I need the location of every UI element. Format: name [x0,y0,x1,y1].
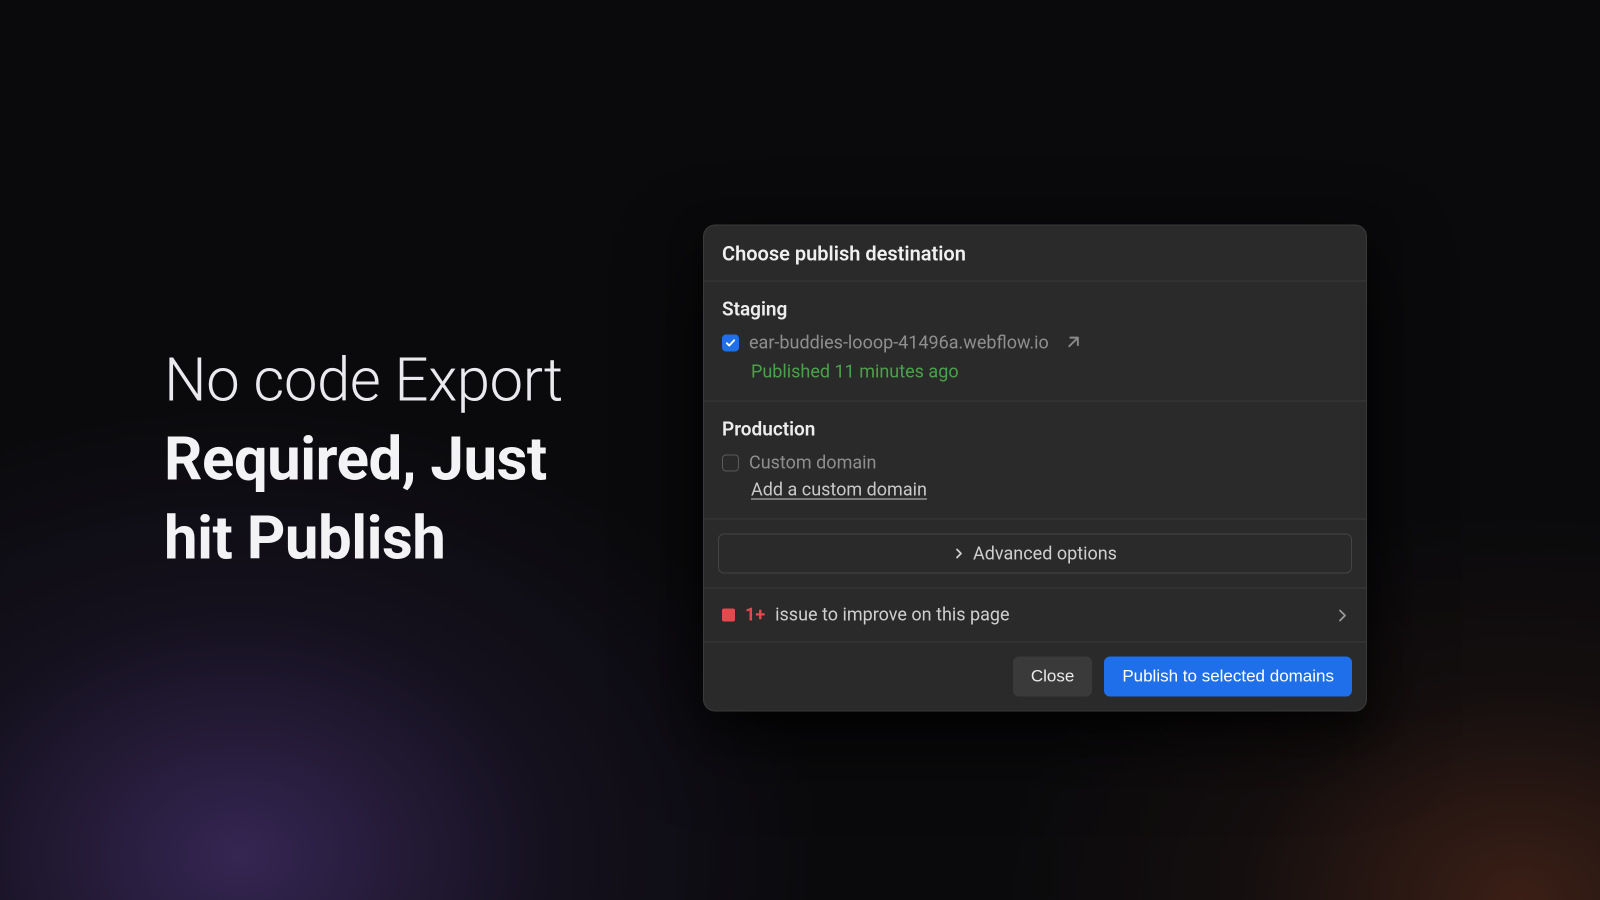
production-domain-row: Custom domain [722,453,1348,474]
dialog-title: Choose publish destination [722,242,1348,266]
advanced-options-button[interactable]: Advanced options [718,534,1352,574]
chevron-right-icon [953,548,965,560]
staging-section: Staging ear-buddies-looop-41496a.webflow… [704,282,1366,402]
staging-domain-text[interactable]: ear-buddies-looop-41496a.webflow.io [749,333,1049,354]
issues-left: 1+ issue to improve on this page [722,605,1010,626]
staging-checkbox[interactable] [722,335,739,352]
staging-domain-row: ear-buddies-looop-41496a.webflow.io [722,333,1348,354]
issues-text: issue to improve on this page [775,605,1009,626]
add-custom-domain-link[interactable]: Add a custom domain [751,480,1348,501]
close-button[interactable]: Close [1013,657,1092,697]
issue-severity-icon [722,609,735,622]
production-heading: Production [722,418,1348,441]
production-domain-label: Custom domain [749,453,876,474]
publish-dialog: Choose publish destination Staging ear-b… [703,225,1367,712]
marketing-headline: No code Export Required, Just hit Publis… [164,341,684,579]
headline-line-1: No code Export [164,345,563,416]
check-icon [725,338,736,349]
stage: No code Export Required, Just hit Publis… [72,41,1528,860]
external-link-icon[interactable] [1065,336,1080,351]
publish-button[interactable]: Publish to selected domains [1104,657,1352,697]
issues-count: 1+ [745,605,765,626]
headline-line-3: hit Publish [164,503,445,574]
chevron-right-icon [1336,608,1348,622]
headline-line-2: Required, Just [164,424,547,495]
advanced-options-label: Advanced options [973,543,1117,564]
production-section: Production Custom domain Add a custom do… [704,402,1366,520]
advanced-options-wrap: Advanced options [704,520,1366,589]
dialog-footer: Close Publish to selected domains [704,643,1366,711]
staging-publish-status: Published 11 minutes ago [751,362,1348,383]
staging-heading: Staging [722,298,1348,321]
production-checkbox[interactable] [722,455,739,472]
issues-row[interactable]: 1+ issue to improve on this page [704,589,1366,643]
dialog-header: Choose publish destination [704,226,1366,282]
